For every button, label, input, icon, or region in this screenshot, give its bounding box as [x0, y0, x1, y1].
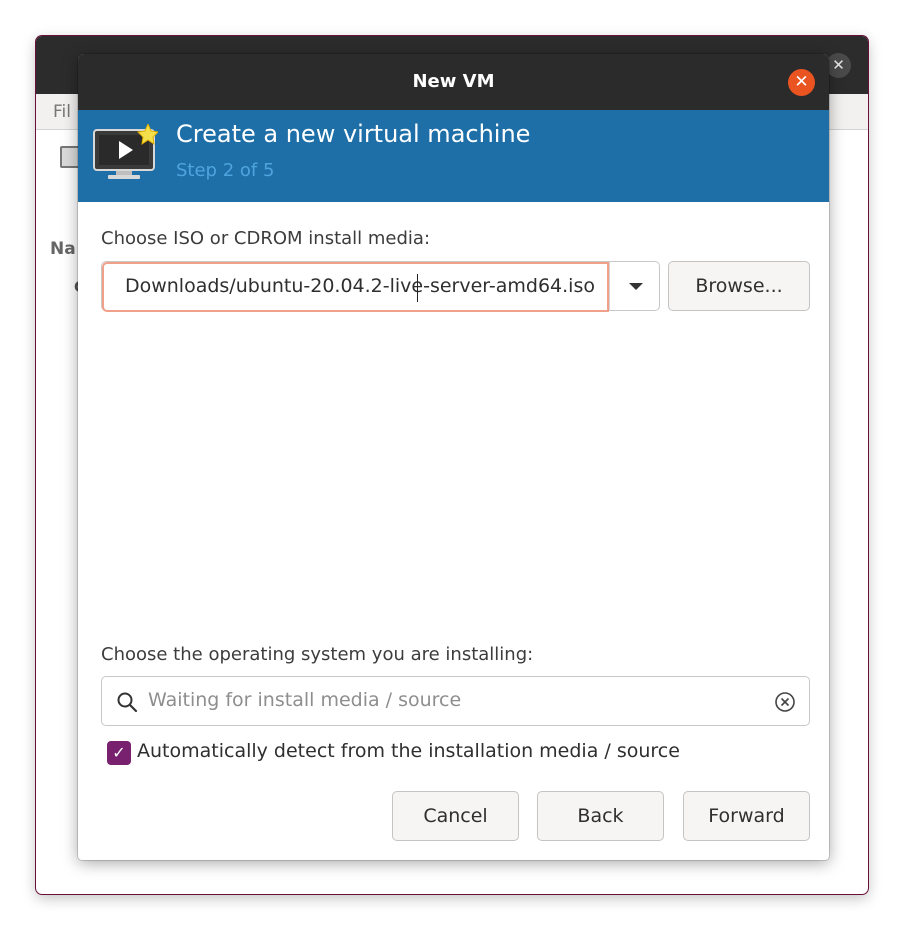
new-vm-dialog: New VM ✕ Create a new virtual machine St… — [78, 54, 829, 860]
auto-detect-label[interactable]: Automatically detect from the installati… — [137, 740, 680, 762]
iso-label: Choose ISO or CDROM install media: — [101, 228, 431, 249]
background-close-icon[interactable]: ✕ — [826, 53, 851, 78]
wizard-step: Step 2 of 5 — [176, 160, 275, 181]
os-search-input[interactable]: Waiting for install media / source — [101, 676, 810, 726]
monitor-play-icon — [93, 124, 158, 179]
iso-combobox: Downloads/ubuntu-20.04.2-live-server-amd… — [101, 261, 661, 312]
auto-detect-checkbox[interactable]: ✓ — [107, 741, 131, 765]
os-label: Choose the operating system you are inst… — [101, 644, 534, 665]
text-cursor — [417, 274, 418, 302]
background-menu-file[interactable]: Fil — [53, 102, 71, 122]
dialog-titlebar: New VM — [78, 54, 829, 110]
background-label: Na — [50, 239, 76, 259]
iso-path-input[interactable]: Downloads/ubuntu-20.04.2-live-server-amd… — [102, 262, 609, 312]
search-icon — [117, 692, 138, 713]
dialog-title: New VM — [412, 71, 495, 92]
back-button[interactable]: Back — [537, 791, 664, 841]
chevron-down-icon[interactable] — [609, 262, 661, 310]
os-search-placeholder: Waiting for install media / source — [148, 689, 462, 711]
cancel-button[interactable]: Cancel — [392, 791, 519, 841]
wizard-title: Create a new virtual machine — [176, 120, 531, 148]
browse-button[interactable]: Browse... — [668, 261, 810, 311]
forward-button[interactable]: Forward — [683, 791, 810, 841]
wizard-header: Create a new virtual machine Step 2 of 5 — [78, 110, 829, 202]
close-icon[interactable]: ✕ — [788, 69, 815, 96]
iso-path-value: Downloads/ubuntu-20.04.2-live-server-amd… — [124, 275, 595, 297]
clear-icon[interactable] — [774, 691, 796, 713]
